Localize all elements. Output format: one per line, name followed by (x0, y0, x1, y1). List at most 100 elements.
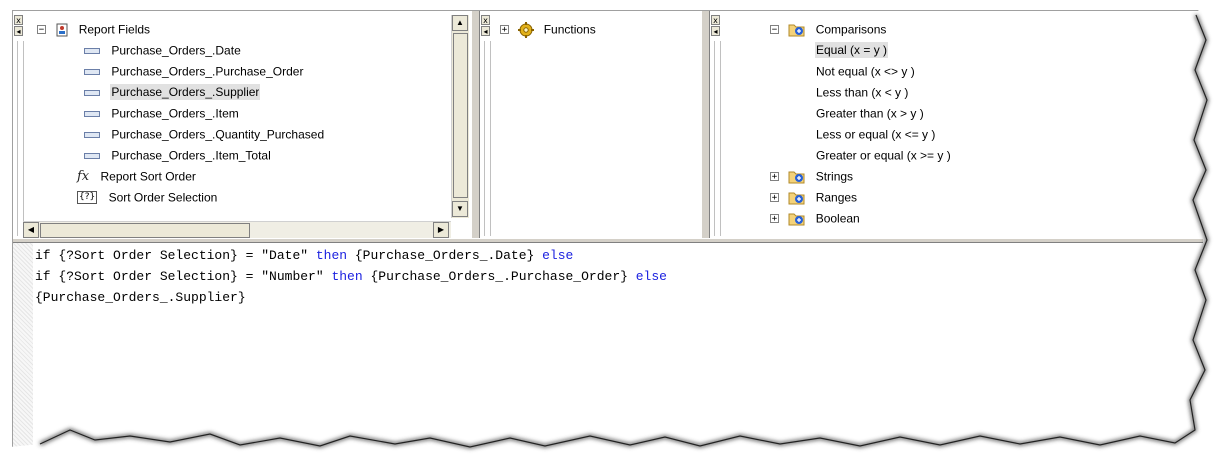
report-fields-panel: x ◂ − Report Fields Purchase_Orders_.Dat… (13, 11, 471, 238)
operators-panel: x ◂ − Comparisons Equal (x = y ) Not equ… (710, 11, 1203, 238)
panel-splitter[interactable] (701, 11, 710, 238)
expand-icon[interactable]: + (770, 193, 779, 203)
field-label: Purchase_Orders_.Purchase_Order (111, 64, 304, 79)
keyword-then: then (315, 248, 348, 263)
panel-grip (714, 41, 721, 236)
report-fields-icon (56, 23, 68, 37)
operator-item[interactable]: Less than (x < y ) (770, 82, 951, 103)
field-item[interactable]: Purchase_Orders_.Quantity_Purchased (37, 124, 324, 145)
field-icon (84, 152, 100, 159)
expand-icon[interactable]: + (770, 214, 779, 224)
formula-icon: fx (77, 169, 90, 184)
field-label: Purchase_Orders_.Item_Total (111, 148, 271, 163)
code-line-3: {Purchase_Orders_.Supplier} (35, 290, 246, 305)
tree-node-ranges[interactable]: + Ranges (770, 187, 951, 208)
formula-label: Report Sort Order (100, 169, 196, 184)
tree-node-functions[interactable]: + Functions (500, 19, 596, 40)
formula-item[interactable]: fx Report Sort Order (37, 166, 324, 187)
field-item[interactable]: Purchase_Orders_.Date (37, 40, 324, 61)
scroll-thumb[interactable] (453, 33, 468, 198)
operator-label: Greater or equal (x >= y ) (816, 148, 951, 163)
functions-gear-icon (518, 21, 535, 38)
operator-folder-icon (788, 24, 805, 37)
operator-label: Greater than (x > y ) (816, 106, 924, 121)
operator-item[interactable]: Greater or equal (x >= y ) (770, 145, 951, 166)
expand-icon[interactable]: + (770, 172, 779, 182)
tree-node-label: Report Fields (78, 22, 151, 37)
vertical-scrollbar[interactable]: ▲ ▼ (451, 15, 469, 218)
operator-item-selected[interactable]: Equal (x = y ) (770, 40, 951, 61)
tree-node-label: Functions (543, 22, 596, 37)
tree-node-label: Comparisons (815, 22, 887, 37)
operator-label: Less or equal (x <= y ) (816, 127, 936, 142)
tree-node-strings[interactable]: + Strings (770, 166, 951, 187)
operator-folder-icon (788, 192, 805, 205)
pin-icon[interactable]: ◂ (711, 26, 720, 36)
pin-icon[interactable]: ◂ (481, 26, 490, 36)
operator-folder-icon (788, 171, 805, 184)
panel-pin-controls: x ◂ (481, 15, 491, 37)
field-icon (84, 110, 100, 117)
code-text: {Purchase_Orders_.Date} (347, 248, 543, 263)
panel-pin-controls: x ◂ (711, 15, 721, 37)
scroll-down-button[interactable]: ▼ (452, 201, 468, 217)
operators-tree: − Comparisons Equal (x = y ) Not equal (… (770, 19, 951, 229)
field-label: Purchase_Orders_.Date (111, 43, 241, 58)
code-text: if {?Sort Order Selection} = "Date" (35, 248, 316, 263)
formula-editor[interactable]: if {?Sort Order Selection} = "Date" then… (13, 243, 1203, 456)
scroll-right-button[interactable]: ▶ (433, 222, 449, 238)
tree-node-label: Boolean (815, 211, 860, 226)
functions-tree: + Functions (500, 19, 596, 40)
panel-splitter[interactable] (471, 11, 480, 238)
code-text: if {?Sort Order Selection} = "Number" (35, 269, 332, 284)
scroll-left-button[interactable]: ◀ (23, 222, 39, 238)
pin-icon[interactable]: ◂ (14, 26, 23, 36)
parameter-item[interactable]: {?} Sort Order Selection (37, 187, 324, 208)
keyword-else: else (542, 248, 574, 263)
tree-node-label: Strings (815, 169, 854, 184)
scroll-up-button[interactable]: ▲ (452, 15, 468, 31)
tree-node-report-fields[interactable]: − Report Fields (37, 19, 324, 40)
panel-grip (17, 41, 24, 236)
field-label: Purchase_Orders_.Quantity_Purchased (111, 127, 325, 142)
expand-icon[interactable]: + (500, 25, 509, 35)
field-item[interactable]: Purchase_Orders_.Purchase_Order (37, 61, 324, 82)
report-fields-tree: − Report Fields Purchase_Orders_.Date Pu… (37, 19, 324, 208)
operator-item[interactable]: Greater than (x > y ) (770, 103, 951, 124)
operator-label: Not equal (x <> y ) (816, 64, 915, 79)
horizontal-scrollbar[interactable]: ◀ ▶ (23, 221, 451, 238)
scroll-thumb[interactable] (40, 223, 250, 238)
collapse-icon[interactable]: − (37, 25, 46, 35)
code-text: {Purchase_Orders_.Purchase_Order} (362, 269, 636, 284)
field-icon (84, 89, 100, 96)
collapse-icon[interactable]: − (770, 25, 779, 35)
field-item[interactable]: Purchase_Orders_.Item (37, 103, 324, 124)
editor-gutter (13, 243, 33, 456)
field-item[interactable]: Purchase_Orders_.Item_Total (37, 145, 324, 166)
formula-text[interactable]: if {?Sort Order Selection} = "Date" then… (35, 245, 667, 308)
close-icon[interactable]: x (14, 15, 23, 25)
field-icon (84, 68, 100, 75)
close-icon[interactable]: x (481, 15, 490, 25)
formula-workshop: x ◂ − Report Fields Purchase_Orders_.Dat… (12, 10, 1203, 456)
parameter-icon: {?} (77, 191, 98, 205)
tree-node-boolean[interactable]: + Boolean (770, 208, 951, 229)
parameter-label: Sort Order Selection (108, 190, 218, 205)
keyword-then: then (331, 269, 363, 284)
code-line-1: if {?Sort Order Selection} = "Date" then… (35, 245, 667, 266)
tree-node-comparisons[interactable]: − Comparisons (770, 19, 951, 40)
field-label: Purchase_Orders_.Item (111, 106, 239, 121)
field-item-selected[interactable]: Purchase_Orders_.Supplier (37, 82, 324, 103)
field-icon (84, 47, 100, 54)
operator-folder-icon (788, 213, 805, 226)
code-line-2: if {?Sort Order Selection} = "Number" th… (35, 266, 667, 287)
keyword-else: else (635, 269, 667, 284)
operator-label: Equal (x = y ) (814, 42, 889, 59)
operator-item[interactable]: Less or equal (x <= y ) (770, 124, 951, 145)
operator-item[interactable]: Not equal (x <> y ) (770, 61, 951, 82)
panel-pin-controls: x ◂ (14, 15, 24, 37)
field-icon (84, 131, 100, 138)
close-icon[interactable]: x (711, 15, 720, 25)
functions-panel: x ◂ + Functions (480, 11, 702, 238)
operator-label: Less than (x < y ) (816, 85, 909, 100)
